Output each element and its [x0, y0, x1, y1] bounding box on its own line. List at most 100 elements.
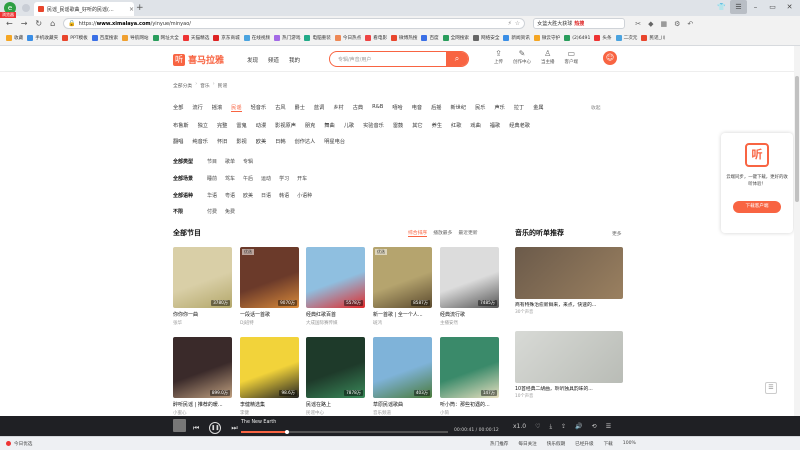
program-cover[interactable]: 147万: [440, 337, 499, 398]
program-card[interactable]: 5578万经典红歌百首 大成国际赛传媒: [306, 247, 365, 326]
search-query[interactable]: 女篮大胜大获球: [537, 20, 572, 27]
status-item[interactable]: 下载: [604, 441, 613, 447]
filter-option[interactable]: 华语: [207, 192, 217, 199]
nav-mine[interactable]: 我的: [289, 56, 300, 64]
sort-tab[interactable]: 播放最多: [433, 229, 452, 237]
forward-icon[interactable]: →: [21, 19, 28, 28]
address-bar[interactable]: 🔒 https://www.ximalaya.com/yinyue/minyao…: [63, 18, 526, 29]
genre-tab[interactable]: 轻音乐: [251, 104, 267, 112]
genre-tab[interactable]: 全部: [173, 104, 183, 112]
program-cover[interactable]: 403万: [373, 337, 432, 398]
bookmark-item[interactable]: 京东商城: [213, 35, 240, 41]
filter-option[interactable]: 睡前: [207, 175, 217, 182]
program-card[interactable]: 98.6万 李健精选集 李健: [240, 337, 299, 416]
url-text[interactable]: https://www.ximalaya.com/yinyue/minyao/: [79, 21, 505, 27]
bookmark-item[interactable]: 天猫精选: [182, 35, 209, 41]
settings-icon[interactable]: ⚙: [674, 20, 680, 28]
subgenre-tab[interactable]: 养生: [432, 122, 442, 129]
filter-option[interactable]: 付费: [207, 208, 217, 215]
subgenre-tab[interactable]: 戏曲: [470, 122, 480, 129]
bookmark-item[interactable]: 今日热点: [334, 35, 361, 41]
tab-active[interactable]: 民谣_民谣歌曲_好听的民谣(... ×: [34, 2, 134, 16]
tab-nav-icon[interactable]: [22, 4, 30, 12]
scrollbar-thumb[interactable]: [795, 76, 799, 202]
bookmark-item[interactable]: 网络安全: [473, 35, 499, 41]
bookmark-item[interactable]: 微云守护: [533, 35, 560, 41]
program-title[interactable]: 醉听民谣 | 推荐的暖...: [173, 401, 232, 408]
program-card[interactable]: 899.0万 醉听民谣 | 推荐的暖... 小蜜心: [173, 337, 232, 416]
hot-search-badge[interactable]: 热搜: [574, 20, 584, 27]
program-cover[interactable]: 优选 8587万: [373, 247, 432, 308]
genre-tab[interactable]: 拉丁: [514, 104, 524, 112]
program-card[interactable]: 3780万 你你你一曲 张华: [173, 247, 232, 326]
filter-option[interactable]: 小语种: [297, 192, 312, 199]
extension-icon[interactable]: ◆: [648, 20, 653, 28]
speed-button[interactable]: x1.0: [513, 423, 526, 431]
subgenre-tab[interactable]: 独立: [198, 122, 208, 129]
breadcrumb-item[interactable]: 音乐: [200, 82, 210, 89]
bookmark-item[interactable]: 新闻资讯: [503, 35, 530, 41]
star-icon[interactable]: ☆: [515, 20, 520, 27]
progress-bar[interactable]: [241, 430, 448, 434]
genre-tab[interactable]: 蓝调: [314, 104, 324, 112]
program-cover[interactable]: 7878万: [306, 337, 365, 398]
program-title[interactable]: 经典红歌百首: [306, 311, 365, 318]
undo-icon[interactable]: ↶: [687, 20, 693, 28]
subgenre-tab[interactable]: 布鲁斯: [173, 122, 189, 129]
menu-icon[interactable]: ☰: [730, 0, 747, 14]
filter-label[interactable]: 全部场景: [173, 175, 199, 182]
program-title[interactable]: 一段话一首歌: [240, 311, 299, 318]
bookmark-item[interactable]: 二次元: [615, 35, 637, 41]
bookmark-item[interactable]: 微博热搜: [391, 35, 417, 41]
volume-icon[interactable]: 🔊: [575, 423, 582, 431]
subgenre-tab[interactable]: 完整: [217, 122, 227, 129]
genre-tab[interactable]: 后摇: [431, 104, 441, 112]
avatar[interactable]: ☺: [603, 51, 617, 65]
genre-tab[interactable]: 古风: [275, 104, 285, 112]
subgenre-tab[interactable]: 影视: [236, 138, 246, 145]
filter-option[interactable]: 驾车: [225, 175, 235, 182]
bookmark-item[interactable]: 民谣_川: [641, 35, 666, 41]
program-cover[interactable]: 7485万: [440, 247, 499, 308]
subgenre-tab[interactable]: 朋克: [305, 122, 315, 129]
close-window-button[interactable]: ✕: [781, 0, 798, 14]
program-author[interactable]: 大成国际赛传媒: [306, 320, 365, 326]
grid-icon[interactable]: ▦: [660, 20, 667, 28]
filter-label[interactable]: 全部类型: [173, 158, 199, 165]
playlist-icon[interactable]: ☰: [606, 423, 611, 431]
filter-option[interactable]: 专辑: [243, 158, 253, 165]
next-track-icon[interactable]: ⏭: [231, 424, 237, 433]
feedback-icon[interactable]: ☰: [765, 382, 777, 394]
genre-tab[interactable]: 金属: [533, 104, 543, 112]
bookmark-item[interactable]: 头条: [594, 35, 612, 41]
page-scrollbar[interactable]: [794, 46, 800, 416]
status-item[interactable]: 100%: [623, 441, 636, 446]
bookmark-item[interactable]: 百度搜索: [91, 35, 118, 41]
filter-option[interactable]: 开车: [297, 175, 307, 182]
genre-tab[interactable]: 声乐: [494, 104, 504, 112]
program-title[interactable]: 你你你一曲: [173, 311, 232, 318]
program-cover[interactable]: 5578万: [306, 247, 365, 308]
header-action[interactable]: ⇪ 上传: [494, 49, 503, 65]
filter-option[interactable]: 粤语: [225, 192, 235, 199]
subgenre-tab[interactable]: 怀旧: [217, 138, 227, 145]
header-action[interactable]: ✎ 创作中心: [513, 49, 531, 65]
genre-tab[interactable]: 民谣: [231, 104, 242, 112]
program-author[interactable]: 斑鸿: [373, 320, 432, 326]
genre-tab[interactable]: 乡村: [333, 104, 343, 112]
download-client-button[interactable]: 下载客户端: [733, 201, 781, 213]
subgenre-tab[interactable]: 纯音乐: [192, 138, 208, 145]
program-cover[interactable]: 优选 9070万: [240, 247, 299, 308]
program-author[interactable]: 主播安然: [440, 320, 499, 326]
scissors-icon[interactable]: ✂: [635, 20, 641, 28]
recommend-more-link[interactable]: 更多: [612, 230, 622, 237]
bookmark-item[interactable]: (2)6491: [564, 35, 590, 41]
bookmark-item[interactable]: 网址大全: [152, 35, 179, 41]
prev-track-icon[interactable]: ⏮: [193, 424, 199, 433]
program-title[interactable]: 听小筒：那些初遇的...: [440, 401, 499, 408]
subgenre-tab[interactable]: 经典老歌: [509, 122, 530, 129]
collapse-link[interactable]: 收起: [591, 104, 601, 111]
bookmark-item[interactable]: 百度: [421, 35, 439, 41]
program-title[interactable]: 经典流行歌: [440, 311, 499, 318]
filter-option[interactable]: 学习: [279, 175, 289, 182]
